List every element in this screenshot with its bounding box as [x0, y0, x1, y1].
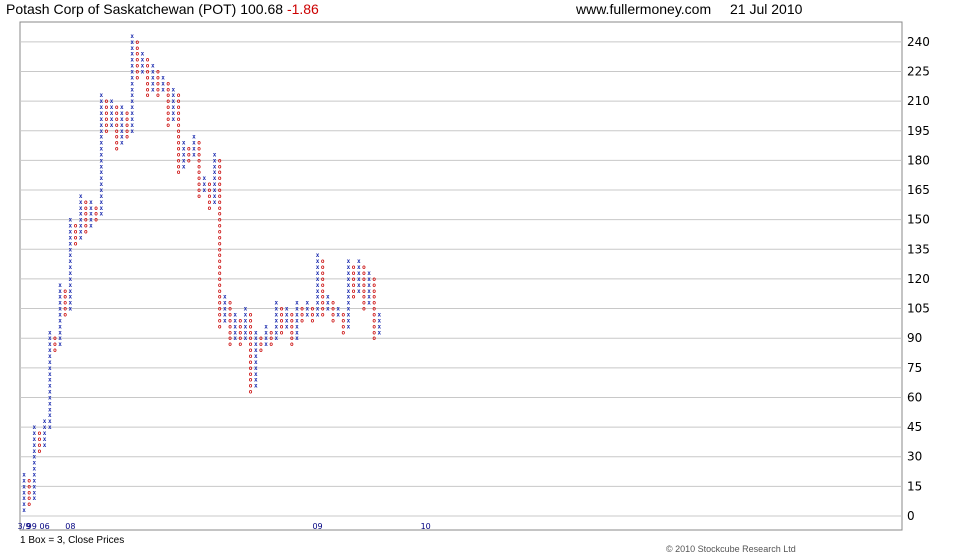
- o-box: o: [249, 311, 253, 318]
- x-box: x: [141, 51, 145, 58]
- x-tick-label: 06: [40, 522, 50, 531]
- o-box: o: [280, 306, 284, 313]
- o-box: o: [197, 140, 201, 147]
- o-box: o: [105, 98, 109, 105]
- o-box: o: [166, 80, 170, 87]
- o-box: o: [311, 306, 315, 313]
- y-tick-label: 30: [907, 450, 922, 464]
- y-tick-label: 45: [907, 420, 922, 434]
- y-tick-label: 240: [907, 35, 930, 49]
- x-box: x: [378, 311, 382, 318]
- o-box: o: [74, 223, 78, 230]
- x-box: x: [48, 329, 52, 336]
- x-box: x: [254, 329, 258, 336]
- box-size-note: 1 Box = 3, Close Prices: [20, 535, 125, 546]
- x-box: x: [275, 300, 279, 307]
- x-tick-label: 10: [421, 522, 431, 531]
- o-box: o: [269, 329, 273, 336]
- x-box: x: [89, 199, 93, 206]
- o-box: o: [53, 335, 57, 342]
- o-box: o: [352, 264, 356, 271]
- x-box: x: [110, 98, 114, 105]
- x-box: x: [192, 134, 196, 141]
- x-box: x: [244, 306, 248, 313]
- x-box: x: [264, 323, 268, 330]
- y-tick-label: 210: [907, 94, 930, 108]
- o-box: o: [228, 300, 232, 307]
- x-box: x: [223, 294, 227, 301]
- o-box: o: [218, 157, 222, 164]
- x-box: x: [326, 294, 330, 301]
- x-box: x: [367, 270, 371, 277]
- x-box: x: [58, 282, 62, 289]
- o-box: o: [331, 300, 335, 307]
- y-tick-label: 195: [907, 124, 930, 138]
- y-tick-label: 150: [907, 213, 930, 227]
- y-tick-label: 90: [907, 331, 922, 345]
- o-box: o: [125, 110, 129, 117]
- y-tick-label: 165: [907, 183, 930, 197]
- o-box: o: [27, 477, 31, 484]
- x-box: x: [22, 472, 26, 479]
- y-tick-label: 15: [907, 479, 922, 493]
- pnf-chart: 0 15 30 45 60 75 90 105 120 135 150 165 180 195 210 225…: [18, 21, 930, 531]
- o-box: o: [372, 276, 376, 283]
- o-box: o: [135, 39, 139, 46]
- y-tick-label: 225: [907, 64, 930, 78]
- y-tick-label: 105: [907, 302, 930, 316]
- x-tick-label: 9: [32, 522, 37, 531]
- o-box: o: [94, 205, 98, 212]
- x-box: x: [347, 258, 351, 265]
- o-box: o: [321, 258, 325, 265]
- x-box: x: [69, 217, 73, 224]
- y-tick-label: 120: [907, 272, 930, 286]
- x-box: x: [295, 300, 299, 307]
- x-box: x: [161, 74, 165, 81]
- o-box: o: [238, 317, 242, 324]
- y-tick-label: 75: [907, 361, 922, 375]
- o-box: o: [300, 306, 304, 313]
- x-box: x: [305, 300, 309, 307]
- y-tick-label: 180: [907, 153, 930, 167]
- o-box: o: [290, 311, 294, 318]
- o-box: o: [38, 430, 42, 437]
- o-box: o: [146, 57, 150, 64]
- x-box: x: [130, 33, 134, 40]
- o-box: o: [362, 264, 366, 271]
- o-box: o: [187, 146, 191, 153]
- x-box: x: [213, 151, 217, 158]
- x-box: x: [336, 306, 340, 313]
- o-box: o: [177, 92, 181, 99]
- o-box: o: [341, 311, 345, 318]
- o-box: o: [84, 199, 88, 206]
- x-box: x: [151, 63, 155, 70]
- x-box: x: [316, 252, 320, 259]
- x-box: x: [357, 258, 361, 265]
- o-box: o: [259, 335, 263, 342]
- x-box: x: [202, 175, 206, 182]
- y-tick-label: 135: [907, 242, 930, 256]
- x-box: x: [43, 418, 47, 425]
- x-box: x: [99, 92, 103, 99]
- x-box: x: [172, 86, 176, 93]
- y-tick-label: 0: [907, 509, 915, 523]
- chart-window: Potash Corp of Saskatchewan (POT) 100.68…: [0, 0, 980, 560]
- x-box: x: [285, 306, 289, 313]
- o-box: o: [208, 181, 212, 188]
- y-tick-label: 60: [907, 390, 922, 404]
- x-tick-label: 09: [312, 522, 322, 531]
- x-box: x: [120, 104, 124, 111]
- plot-frame: [19, 21, 903, 531]
- copyright-note: © 2010 Stockcube Research Ltd: [666, 544, 796, 554]
- o-box: o: [156, 68, 160, 75]
- x-tick-label: 08: [65, 522, 75, 531]
- o-box: o: [115, 104, 119, 111]
- x-box: x: [32, 424, 36, 431]
- x-box: x: [79, 193, 83, 200]
- o-box: o: [63, 288, 67, 295]
- x-box: x: [182, 140, 186, 147]
- x-box: x: [233, 311, 237, 318]
